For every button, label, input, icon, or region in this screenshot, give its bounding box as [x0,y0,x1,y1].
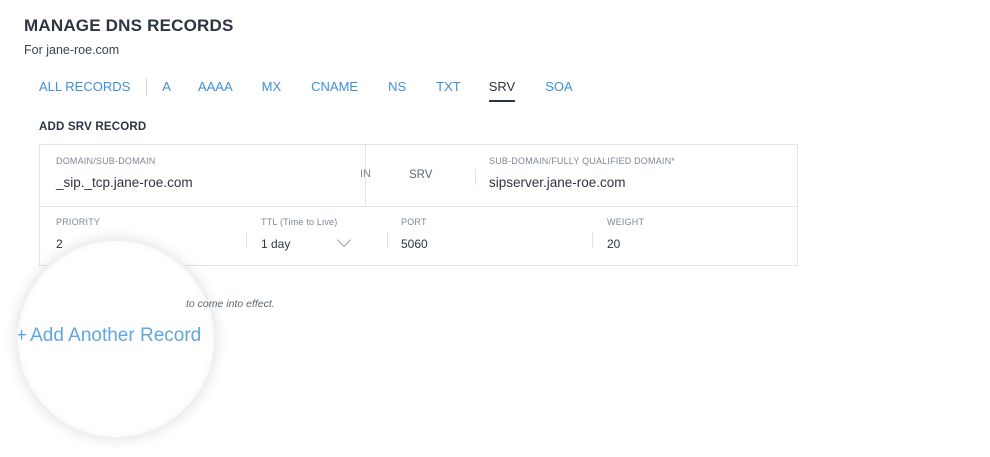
weight-label: WEIGHT [607,217,645,227]
add-another-record-button[interactable]: + Add Another Record [16,325,202,347]
tab-ns[interactable]: NS [388,78,406,100]
record-type-tabs: ALL RECORDS A AAAA MX CNAME NS TXT SRV S… [39,78,573,102]
tab-aaaa[interactable]: AAAA [198,78,233,100]
ttl-select[interactable]: 1 day [261,237,290,251]
target-label: SUB-DOMAIN/FULLY QUALIFIED DOMAIN* [489,156,675,166]
page-subtitle: For jane-roe.com [24,43,120,57]
in-class-text: IN [360,168,371,180]
target-input[interactable]: sipserver.jane-roe.com [489,175,626,190]
field-separator [475,169,476,185]
priority-input[interactable]: 2 [56,237,63,251]
field-separator [387,232,388,248]
page-title: MANAGE DNS RECORDS [24,16,234,35]
tab-txt[interactable]: TXT [436,78,461,100]
notice-text: to come into effect. [186,298,275,310]
tab-mx[interactable]: MX [262,78,282,100]
magnifier-lens: + Add Another Record [15,238,217,440]
section-title: ADD SRV RECORD [39,121,147,133]
weight-input[interactable]: 20 [607,237,620,251]
port-input[interactable]: 5060 [401,237,428,251]
domain-label: DOMAIN/SUB-DOMAIN [56,156,156,166]
tab-a[interactable]: A [162,78,171,100]
priority-label: PRIORITY [56,217,101,227]
chevron-down-icon[interactable] [336,232,352,248]
tab-divider [146,78,148,96]
record-type-text: SRV [409,169,433,181]
domain-input[interactable]: _sip._tcp.jane-roe.com [56,175,193,190]
field-separator [592,232,593,248]
add-another-record-label: Add Another Record [30,325,202,346]
tab-cname[interactable]: CNAME [311,78,358,100]
ttl-label: TTL (Time to Live) [261,217,338,227]
tab-srv[interactable]: SRV [488,78,516,102]
tab-soa[interactable]: SOA [545,78,572,100]
row-divider [40,206,797,207]
port-label: PORT [401,217,427,227]
field-separator [246,232,247,248]
tab-all-records[interactable]: ALL RECORDS [39,78,130,100]
plus-icon: + [16,325,28,346]
